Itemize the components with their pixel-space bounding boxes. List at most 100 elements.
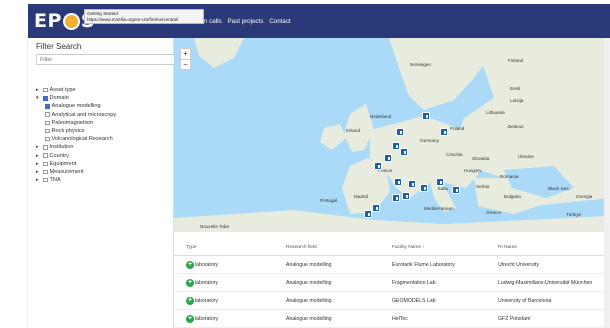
- checkbox[interactable]: [43, 96, 48, 101]
- logo-text-left: EP: [34, 10, 62, 32]
- column-header-facility-name[interactable]: Facility Name ↑: [392, 245, 498, 250]
- facility-marker[interactable]: [452, 186, 460, 194]
- table-row[interactable]: + laboratory Analogue modelling Fragmenta…: [174, 274, 610, 292]
- tree-item-paleomagnetism[interactable]: Paleomagnetism: [36, 119, 116, 127]
- map-label: Ukraine: [518, 154, 534, 159]
- tree-item-label: Analogue modelling: [51, 103, 101, 110]
- checkbox[interactable]: [43, 177, 48, 183]
- checkbox[interactable]: [43, 161, 48, 167]
- nav-item-past-projects[interactable]: Past projects: [228, 18, 264, 25]
- facility-marker[interactable]: [372, 204, 380, 212]
- facility-marker[interactable]: [436, 178, 444, 186]
- chevron-right-icon[interactable]: ▸: [36, 168, 43, 176]
- chevron-right-icon[interactable]: ▸: [36, 176, 43, 184]
- type-value: laboratory: [195, 279, 219, 286]
- nav-item-calls[interactable]: n calls: [204, 18, 222, 25]
- map-label: Serbia: [476, 184, 490, 189]
- checkbox[interactable]: [45, 120, 50, 126]
- checkbox[interactable]: [45, 112, 50, 117]
- checkbox[interactable]: [43, 153, 48, 158]
- facility-map[interactable]: + − Norwegen Finland Eesti Latvija Lithu…: [174, 38, 610, 232]
- type-cell: + laboratory: [174, 278, 286, 287]
- facility-marker[interactable]: [420, 184, 428, 192]
- column-header-research-field[interactable]: Research field: [286, 245, 392, 250]
- map-label: Ireland: [346, 128, 361, 133]
- filter-sidebar: Filter Search ⤢ ▸Asset type ▾Domain Anal…: [28, 38, 200, 328]
- app-window: EP S Getting Started https://www.mozilla…: [0, 0, 610, 328]
- checkbox[interactable]: [45, 128, 50, 134]
- chevron-right-icon[interactable]: ▸: [36, 143, 43, 151]
- chevron-right-icon[interactable]: ▸: [36, 86, 43, 94]
- page-gutter: [0, 38, 28, 328]
- tooltip-url: https://www.mozilla.org/en-US/firefox/ce…: [87, 17, 179, 22]
- facility-marker[interactable]: [408, 180, 416, 188]
- checkbox[interactable]: [43, 145, 48, 150]
- facility-name-cell: GEOMODELS Lab: [392, 297, 436, 304]
- table-header: Type Research field Facility Name ↑ RI N…: [174, 240, 610, 256]
- tree-item-label: Paleomagnetism: [51, 119, 94, 126]
- ri-name-cell: Utrecht University: [498, 261, 539, 268]
- type-cell: + laboratory: [174, 260, 286, 269]
- checkbox[interactable]: [45, 136, 50, 142]
- checkbox[interactable]: [45, 104, 50, 109]
- type-cell: + laboratory: [174, 296, 286, 305]
- chevron-right-icon[interactable]: ▸: [36, 152, 43, 160]
- tree-item-label: Country: [49, 152, 70, 159]
- map-label: Norwegen: [410, 62, 431, 67]
- tree-item-analytical-microscopy[interactable]: Analytical and microscopy: [36, 111, 116, 119]
- checkbox[interactable]: [43, 169, 48, 175]
- page-scrollbar[interactable]: [604, 38, 610, 328]
- facility-marker[interactable]: [392, 194, 400, 202]
- map-label: Black Sea: [548, 186, 569, 191]
- facility-marker[interactable]: [394, 178, 402, 186]
- facility-name-cell: Eurotank Flume Laboratory: [392, 261, 455, 268]
- map-label: Germany: [420, 138, 439, 143]
- checkbox[interactable]: [43, 87, 48, 93]
- chevron-right-icon[interactable]: ▸: [36, 160, 43, 168]
- facility-marker[interactable]: [364, 210, 372, 218]
- facility-marker[interactable]: [396, 128, 404, 136]
- column-header-ri-name[interactable]: RI Name: [498, 245, 610, 250]
- facility-marker[interactable]: [400, 148, 408, 156]
- nav-item-contact[interactable]: Contact: [269, 18, 290, 25]
- facility-marker[interactable]: [374, 162, 382, 170]
- map-label: Latvija: [510, 98, 524, 103]
- zoom-in-button[interactable]: +: [181, 49, 190, 59]
- column-header-type[interactable]: Type: [174, 245, 286, 250]
- tree-item-analogue-modelling[interactable]: Analogue modelling: [36, 102, 116, 110]
- facility-marker[interactable]: [402, 192, 410, 200]
- facility-marker[interactable]: [422, 112, 430, 120]
- tree-item-asset-type[interactable]: ▸ Asset type: [36, 86, 116, 94]
- map-land: [174, 38, 610, 232]
- tree-item-volcanological-research[interactable]: Volcanological Research: [36, 135, 116, 143]
- top-navigation-bar: EP S Getting Started https://www.mozilla…: [28, 4, 610, 38]
- facility-marker[interactable]: [440, 128, 448, 136]
- type-cell: + laboratory: [174, 314, 286, 323]
- map-label: Czechia: [446, 152, 463, 157]
- tree-item-institution[interactable]: ▸ Institution: [36, 143, 116, 151]
- tree-item-label: Rock physics: [51, 128, 85, 135]
- chevron-down-icon[interactable]: ▾: [36, 94, 43, 102]
- table-row[interactable]: + laboratory Analogue modelling Eurotank …: [174, 256, 610, 274]
- tree-item-label: Asset type: [49, 87, 76, 94]
- tree-item-equipment[interactable]: ▸ Equipment: [36, 160, 116, 168]
- tree-item-tna[interactable]: ▸ TNA: [36, 176, 116, 184]
- expand-plus-icon[interactable]: +: [186, 314, 194, 323]
- facility-table: Type Research field Facility Name ↑ RI N…: [174, 240, 610, 328]
- facility-marker[interactable]: [384, 154, 392, 162]
- table-row[interactable]: + laboratory Analogue modelling HelTec GF…: [174, 310, 610, 328]
- tree-item-label: Domain: [49, 95, 69, 102]
- map-label: Finland: [508, 58, 524, 63]
- tree-item-measurement[interactable]: ▸ Measurement: [36, 168, 116, 176]
- map-label: Slovakia: [472, 156, 490, 161]
- table-row[interactable]: + laboratory Analogue modelling GEOMODELS…: [174, 292, 610, 310]
- zoom-out-button[interactable]: −: [181, 59, 190, 69]
- tree-item-label: Analytical and microscopy: [51, 111, 117, 118]
- tree-item-rock-physics[interactable]: Rock physics: [36, 127, 116, 135]
- facility-marker[interactable]: [392, 142, 400, 150]
- tree-item-country[interactable]: ▸ Country: [36, 152, 116, 160]
- expand-plus-icon[interactable]: +: [186, 296, 194, 305]
- expand-plus-icon[interactable]: +: [186, 278, 194, 287]
- expand-plus-icon[interactable]: +: [186, 260, 194, 269]
- tree-item-domain[interactable]: ▾ Domain: [36, 94, 116, 102]
